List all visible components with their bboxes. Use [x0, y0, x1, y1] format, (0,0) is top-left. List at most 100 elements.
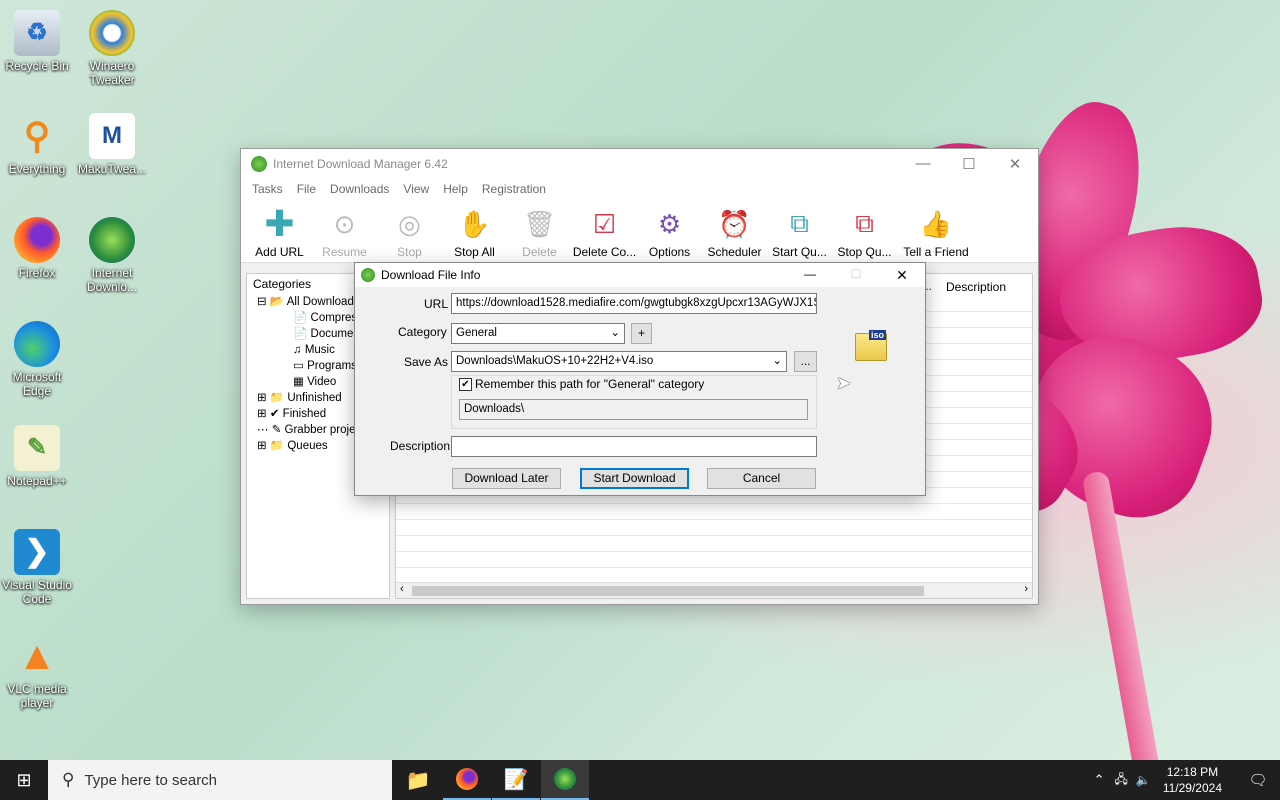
- remember-label: Remember this path for "General" categor…: [475, 377, 705, 391]
- stop-button[interactable]: ◎ Stop: [377, 199, 442, 260]
- add-category-button[interactable]: +: [631, 323, 652, 344]
- vlc-icon: ▲: [17, 634, 57, 678]
- tree-label: Documen: [310, 328, 360, 340]
- resume-icon: ⊙: [333, 208, 356, 239]
- winaero-icon: [89, 10, 135, 56]
- tool-label: Start Qu...: [772, 245, 827, 259]
- desktop-icon-winaero[interactable]: Winaero Tweaker: [77, 10, 147, 87]
- stop-all-button[interactable]: ✋ Stop All: [442, 199, 507, 260]
- makutweaker-icon: M: [89, 113, 135, 159]
- dialog-maximize-button: ☐: [850, 266, 862, 281]
- idm-icon: [89, 217, 135, 263]
- scroll-right-icon[interactable]: ›: [1024, 583, 1028, 595]
- start-queue-button[interactable]: ⧉ Start Qu...: [767, 199, 832, 259]
- maximize-button[interactable]: ☐: [946, 155, 992, 173]
- delete-completed-icon: ☑: [592, 208, 617, 239]
- stop-queue-button[interactable]: ⧉ Stop Qu...: [832, 199, 897, 259]
- start-button[interactable]: ⊞: [0, 760, 48, 800]
- taskbar-file-explorer[interactable]: 📁: [394, 760, 442, 800]
- tool-label: Options: [648, 245, 691, 259]
- url-field[interactable]: https://download1528.mediafire.com/gwgtu…: [451, 293, 817, 314]
- desktop-icon-label: MakuTwea...: [77, 162, 147, 176]
- network-icon[interactable]: 🖧: [1114, 770, 1127, 791]
- checkbox-checked-icon[interactable]: ✔: [459, 377, 472, 391]
- menu-tasks[interactable]: Tasks: [245, 182, 290, 196]
- category-value: General: [456, 327, 497, 339]
- dialog-titlebar: Download File Info — ☐ ✕: [355, 263, 925, 287]
- desktop-icon-edge[interactable]: Microsoft Edge: [2, 321, 72, 398]
- menu-view[interactable]: View: [396, 182, 436, 196]
- edge-icon: [14, 321, 60, 367]
- clock-time: 12:18 PM: [1166, 765, 1219, 779]
- resume-button[interactable]: ⊙ Resume: [312, 199, 377, 260]
- search-icon: ⚲: [62, 770, 75, 789]
- folder-icon: 📁: [405, 769, 431, 792]
- menu-downloads[interactable]: Downloads: [323, 182, 396, 196]
- chevron-up-icon[interactable]: ⌃: [1094, 772, 1105, 788]
- close-button[interactable]: ✕: [992, 155, 1038, 173]
- taskbar-idm[interactable]: [541, 760, 589, 800]
- horizontal-scrollbar[interactable]: ‹ ›: [396, 582, 1032, 598]
- tree-label: Music: [304, 344, 335, 356]
- notification-icon[interactable]: 🗨: [1236, 771, 1280, 789]
- delete-button[interactable]: 🗑 Delete: [507, 199, 572, 260]
- scroll-left-icon[interactable]: ‹: [400, 583, 404, 595]
- desktop-icon-label: Everything: [8, 162, 66, 176]
- menu-registration[interactable]: Registration: [475, 182, 553, 196]
- desktop-icon-recycle-bin[interactable]: ♻ Recycle Bin: [2, 10, 72, 73]
- dialog-close-button[interactable]: ✕: [879, 267, 925, 284]
- idm-logo-icon: [251, 156, 267, 172]
- download-later-button[interactable]: Download Later: [452, 468, 561, 489]
- desktop-icon-notepadpp[interactable]: ✎ Notepad++: [2, 425, 72, 488]
- wallpaper-stem: [1081, 470, 1165, 800]
- start-download-button[interactable]: Start Download: [580, 468, 689, 489]
- category-select[interactable]: General ⌄: [451, 323, 625, 344]
- tool-label: Delete Co...: [572, 245, 637, 259]
- remember-checkbox-row[interactable]: ✔ Remember this path for "General" categ…: [459, 377, 708, 391]
- desktop-icon-vlc[interactable]: ▲ VLC media player: [2, 633, 72, 710]
- taskbar-firefox[interactable]: [443, 760, 491, 800]
- dialog-title: Download File Info: [381, 268, 481, 282]
- desktop-icon-vscode[interactable]: ❯ Visual Studio Code: [2, 529, 72, 606]
- clock[interactable]: 12:18 PM 11/29/2024: [1163, 764, 1222, 796]
- taskbar-notepadpp[interactable]: 📝: [492, 760, 540, 800]
- minimize-button[interactable]: —: [900, 155, 946, 173]
- menu-help[interactable]: Help: [436, 182, 475, 196]
- save-as-field[interactable]: Downloads\MakuOS+10+22H2+V4.iso ⌄: [451, 351, 787, 372]
- desktop-icon-firefox[interactable]: Firefox: [2, 217, 72, 280]
- trash-icon: 🗑: [522, 208, 556, 239]
- cancel-button[interactable]: Cancel: [707, 468, 816, 489]
- desktop-icon-label: Firefox: [18, 266, 56, 280]
- scroll-thumb[interactable]: [412, 586, 924, 596]
- system-tray: ⌃ 🖧 🔈 12:18 PM 11/29/2024 🗨: [1094, 760, 1280, 800]
- windows-logo-icon: ⊞: [16, 769, 32, 790]
- notepadpp-icon: 📝: [503, 768, 529, 791]
- dialog-minimize-button[interactable]: —: [787, 267, 833, 284]
- idm-title: Internet Download Manager 6.42: [273, 157, 448, 171]
- tree-label: Grabber proje: [284, 424, 356, 436]
- options-button[interactable]: ⚙ Options: [637, 199, 702, 260]
- volume-muted-icon[interactable]: 🔈: [1136, 773, 1151, 787]
- desktop-icon-label: Microsoft Edge: [12, 370, 62, 398]
- taskbar-search[interactable]: ⚲ Type here to search: [48, 760, 392, 800]
- tool-label: Stop Qu...: [837, 245, 892, 259]
- description-field[interactable]: [451, 436, 817, 457]
- remembered-path-field[interactable]: Downloads\: [459, 399, 808, 420]
- tool-label: Resume: [322, 245, 367, 259]
- delete-completed-button[interactable]: ☑ Delete Co...: [572, 199, 637, 260]
- idm-logo-icon: [361, 268, 375, 282]
- scheduler-button[interactable]: ⏰ Scheduler: [702, 199, 767, 260]
- tool-label: Add URL: [255, 245, 304, 259]
- browse-button[interactable]: ...: [794, 351, 817, 372]
- tell-a-friend-button[interactable]: 👍 Tell a Friend: [897, 199, 975, 260]
- menu-file[interactable]: File: [290, 182, 323, 196]
- add-url-button[interactable]: ✚ Add URL: [247, 199, 312, 259]
- idm-icon: [554, 768, 576, 790]
- column-header-description[interactable]: Description: [946, 280, 1006, 294]
- desktop-icon-idm[interactable]: Internet Downlo...: [77, 217, 147, 294]
- desktop-icon-makutweaker[interactable]: M MakuTwea...: [77, 113, 147, 176]
- idm-toolbar: ✚ Add URL ⊙ Resume ◎ Stop ✋ Stop All 🗑 Delete…: [241, 199, 1038, 263]
- desktop-icon-everything[interactable]: ⚲ Everything: [2, 113, 72, 177]
- tree-label: Unfinished: [287, 392, 342, 404]
- tree-label: All Downloads: [286, 296, 360, 308]
